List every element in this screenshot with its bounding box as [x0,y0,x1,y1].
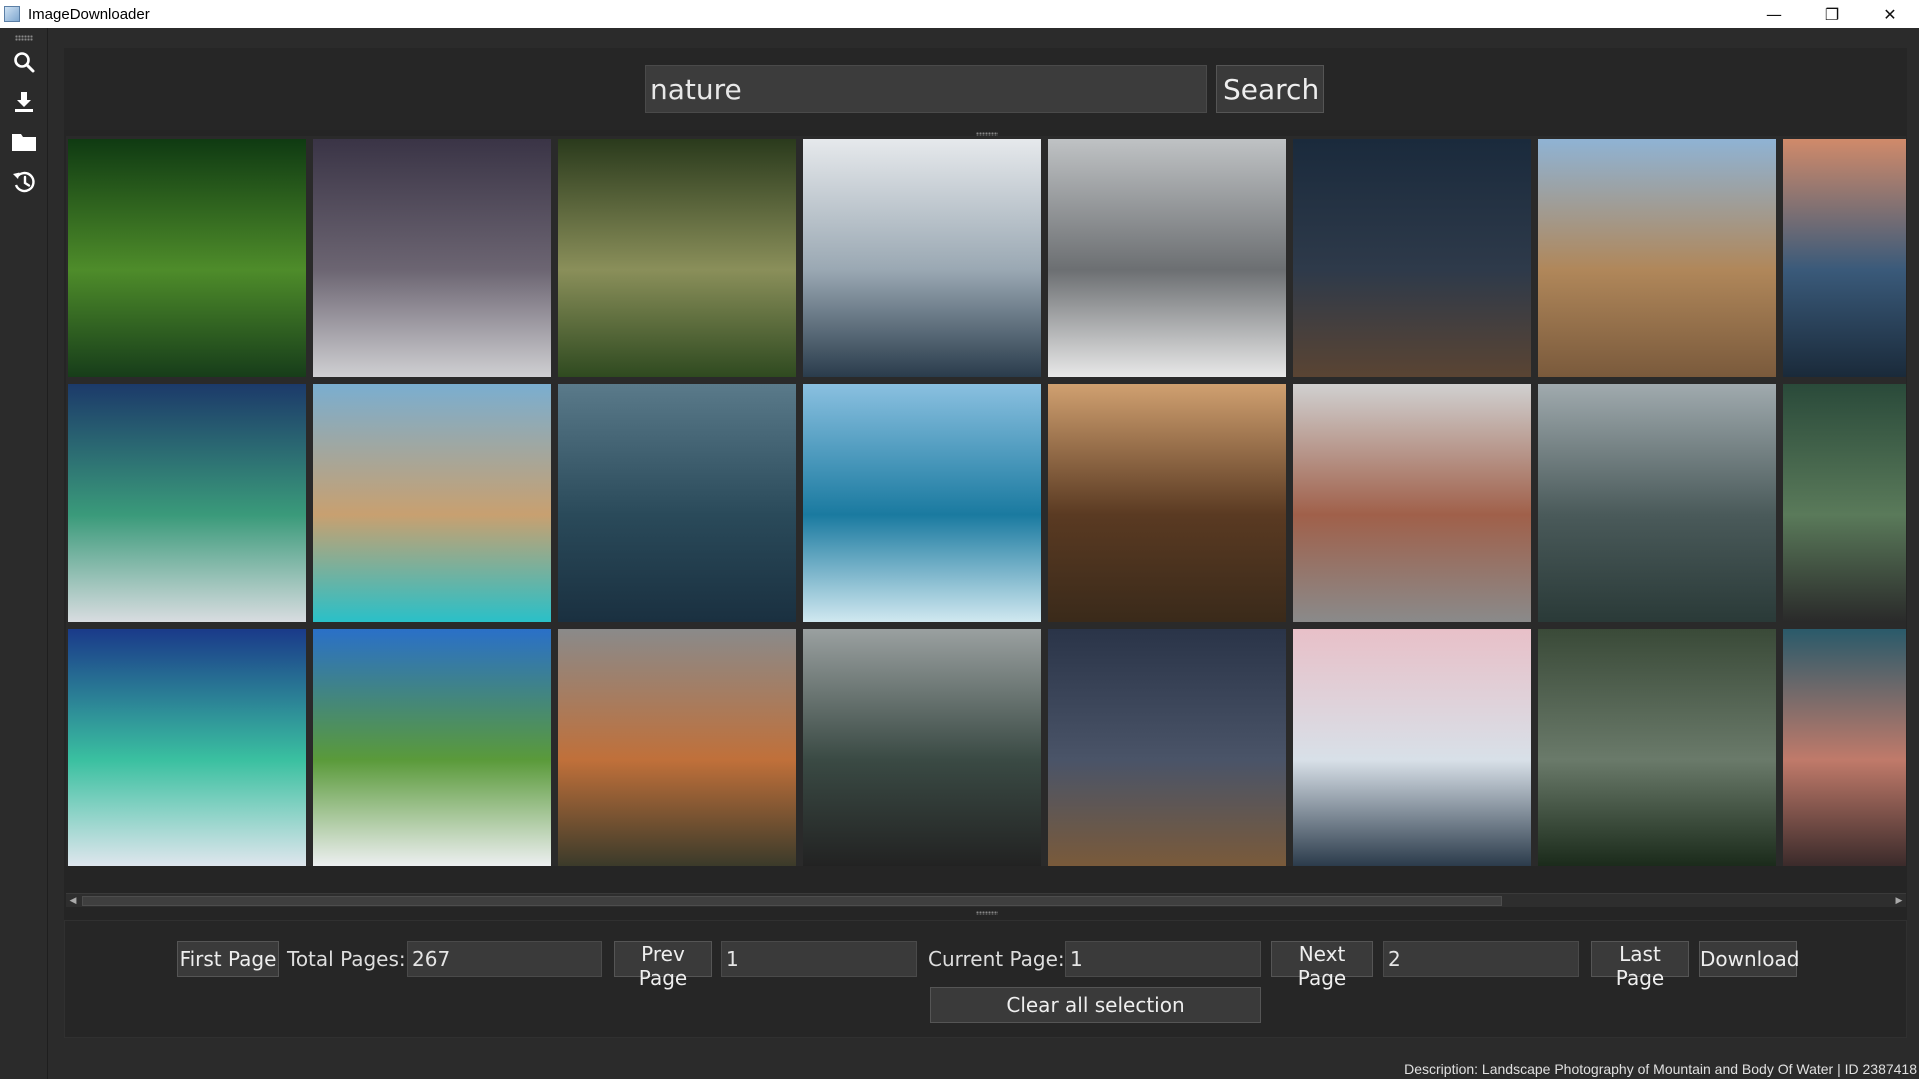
gallery-image-tile[interactable] [68,384,306,622]
folder-tool-button[interactable] [10,128,38,156]
download-tool-button[interactable] [10,88,38,116]
download-button[interactable]: Download [1699,941,1799,977]
gallery-image-tile[interactable] [1048,629,1286,866]
current-page-label: Current Page: [928,947,1065,971]
gallery-image-tile[interactable] [558,629,796,866]
folder-icon [12,134,36,151]
prev-page-field[interactable] [721,941,917,977]
total-pages-label: Total Pages: [287,947,406,971]
gallery-image-tile[interactable] [1048,384,1286,622]
gallery-image-tile[interactable] [1293,629,1531,866]
gallery-image-tile[interactable] [558,384,796,622]
first-page-button[interactable]: First Page [177,941,279,977]
gallery-image-tile[interactable] [68,629,306,866]
history-icon [13,171,35,193]
window-title: ImageDownloader [28,5,150,23]
restore-button[interactable]: ❐ [1803,0,1861,28]
close-button[interactable]: ✕ [1861,0,1919,28]
app-icon [4,6,20,22]
search-icon [14,52,35,73]
gallery-image-tile[interactable] [803,139,1041,377]
toolbar-grip[interactable] [15,35,33,41]
gallery-image-tile[interactable] [1048,139,1286,377]
total-pages-field[interactable] [407,941,602,977]
minimize-button[interactable]: — [1745,0,1803,28]
search-input[interactable] [645,65,1207,113]
gallery-image-tile[interactable] [803,384,1041,622]
gallery-image-tile[interactable] [68,139,306,377]
gallery-image-tile[interactable] [1538,384,1776,622]
next-page-button[interactable]: Next Page [1271,941,1373,990]
gallery-image-tile[interactable] [1293,139,1531,377]
gallery-image-tile[interactable] [1783,384,1906,622]
download-icon [15,92,33,112]
bottom-splitter-handle[interactable] [976,911,998,915]
gallery-image-tile[interactable] [1538,139,1776,377]
scrollbar-thumb[interactable] [82,896,1502,906]
clear-selection-button[interactable]: Clear all selection [930,987,1261,1023]
gallery-image-tile[interactable] [1783,139,1906,377]
search-tool-button[interactable] [10,48,38,76]
search-button[interactable]: Search [1216,65,1324,113]
gallery-image-tile[interactable] [313,139,551,377]
pagination-panel: First Page Total Pages: Prev Page Curren… [64,920,1907,1038]
gallery-image-tile[interactable] [1538,629,1776,866]
title-bar: ImageDownloader — ❐ ✕ [0,0,1919,28]
next-page-field[interactable] [1383,941,1579,977]
history-tool-button[interactable] [10,168,38,196]
last-page-button[interactable]: Last Page [1591,941,1689,990]
gallery-image-tile[interactable] [313,629,551,866]
gallery-image-tile[interactable] [1783,629,1906,866]
gallery-image-tile[interactable] [313,384,551,622]
gallery-image-tile[interactable] [558,139,796,377]
prev-page-button[interactable]: Prev Page [614,941,712,990]
current-page-field[interactable] [1065,941,1261,977]
window-controls: — ❐ ✕ [1745,0,1919,28]
status-description: Description: Landscape Photography of Mo… [1404,1061,1917,1077]
gallery-horizontal-scrollbar[interactable]: ◀ ▶ [66,893,1906,907]
scroll-left-arrow-icon[interactable]: ◀ [68,896,78,906]
scroll-right-arrow-icon[interactable]: ▶ [1894,896,1904,906]
gallery-image-tile[interactable] [803,629,1041,866]
image-gallery [66,136,1906,866]
gallery-image-tile[interactable] [1293,384,1531,622]
left-toolbar [0,28,48,1079]
